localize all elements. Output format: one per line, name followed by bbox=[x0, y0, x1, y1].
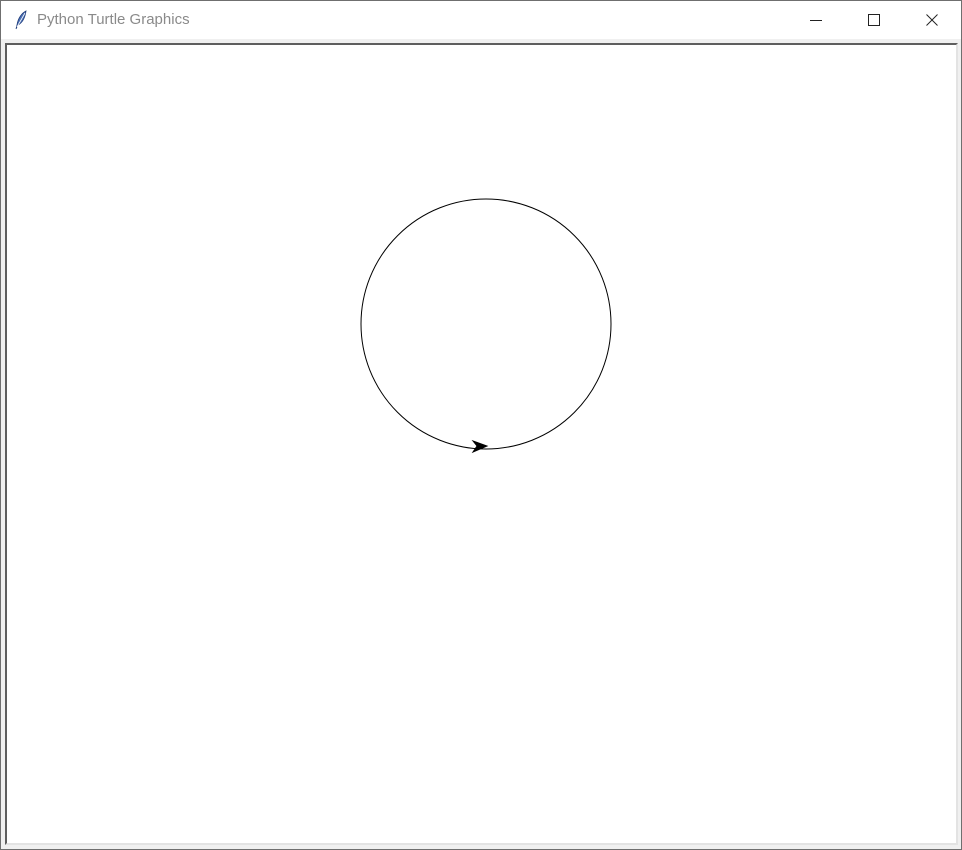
close-icon bbox=[926, 14, 938, 26]
minimize-button[interactable] bbox=[787, 1, 845, 39]
turtle-canvas-frame bbox=[5, 43, 958, 845]
turtle-window: Python Turtle Graphics bbox=[0, 0, 962, 850]
maximize-button[interactable] bbox=[845, 1, 903, 39]
minimize-icon bbox=[810, 14, 822, 26]
feather-icon bbox=[13, 10, 29, 30]
close-button[interactable] bbox=[903, 1, 961, 39]
title-bar[interactable]: Python Turtle Graphics bbox=[1, 1, 961, 39]
maximize-icon bbox=[868, 14, 880, 26]
turtle-canvas[interactable] bbox=[7, 45, 956, 843]
turtle-arrow-icon bbox=[471, 439, 489, 454]
window-edge bbox=[958, 43, 961, 849]
drawn-circle bbox=[360, 198, 612, 450]
window-title: Python Turtle Graphics bbox=[37, 11, 190, 28]
